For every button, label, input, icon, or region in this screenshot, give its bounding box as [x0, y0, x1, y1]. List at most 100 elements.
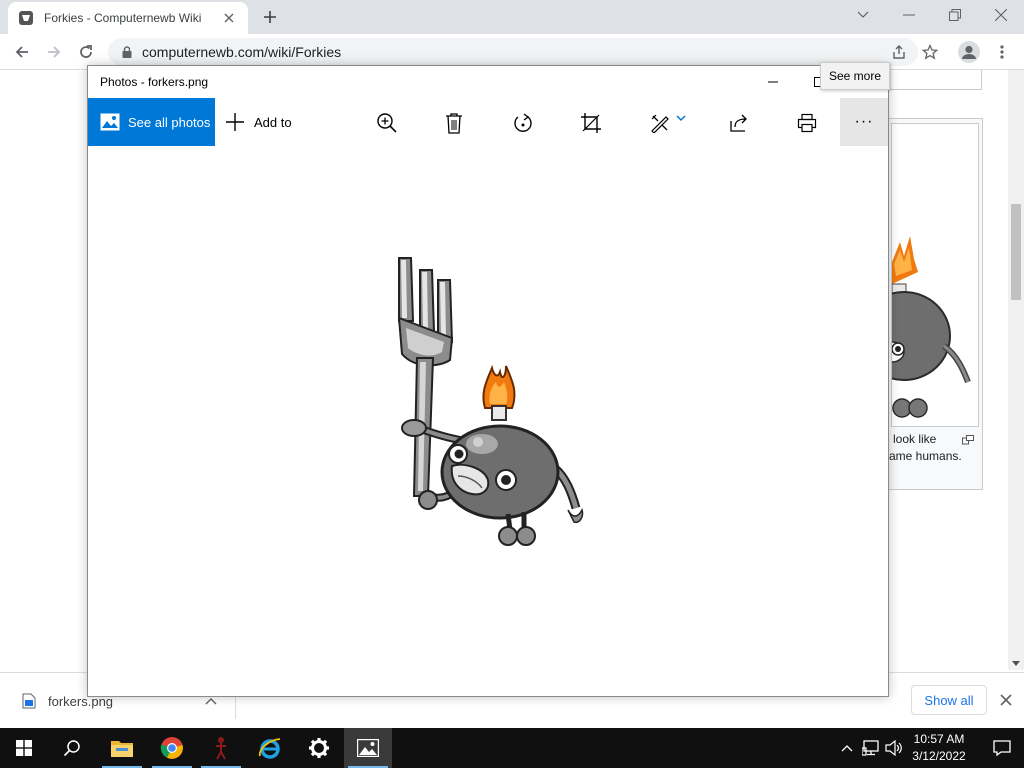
browser-restore-button[interactable] [932, 0, 978, 30]
plus-icon [264, 11, 276, 23]
show-all-button[interactable]: Show all [911, 685, 987, 715]
wiki-thumbnail: look like ame humans. [886, 118, 983, 490]
image-file-icon [22, 693, 36, 709]
search-button[interactable] [48, 728, 96, 768]
minimize-icon [903, 14, 915, 16]
reload-button[interactable] [72, 38, 100, 66]
taskbar-internet-explorer[interactable] [246, 728, 294, 768]
internet-explorer-icon [258, 738, 281, 759]
network-button[interactable] [861, 738, 881, 758]
chrome-menu-button[interactable] [988, 38, 1016, 66]
taskbar-app-figure[interactable] [197, 728, 245, 768]
browser-tab[interactable]: Forkies - Computernewb Wiki [8, 2, 248, 34]
taskbar-photos[interactable] [344, 728, 392, 768]
chrome-icon [160, 737, 183, 759]
print-button[interactable] [794, 110, 820, 136]
rotate-button[interactable] [510, 110, 536, 136]
arrow-left-icon [15, 46, 28, 58]
clock-time: 10:57 AM [913, 732, 965, 746]
forky-image [397, 257, 584, 546]
url-text[interactable]: computernewb.com/wiki/Forkies [142, 44, 341, 60]
avatar-icon [958, 41, 980, 63]
folder-icon [111, 741, 133, 757]
photos-titlebar[interactable]: Photos - forkers.png [88, 66, 888, 98]
photo-viewer-canvas[interactable] [88, 146, 888, 761]
tab-search-button[interactable] [840, 0, 886, 30]
address-bar[interactable]: computernewb.com/wiki/Forkies [108, 38, 918, 66]
see-more-button[interactable]: ··· [840, 98, 888, 146]
taskbar-file-explorer[interactable] [98, 728, 146, 768]
photos-toolbar: See all photos Add to ··· [88, 98, 888, 146]
taskbar-settings[interactable] [295, 728, 343, 768]
tab-close-icon[interactable] [220, 9, 238, 27]
arrow-right-icon [48, 46, 61, 58]
close-icon [995, 9, 1007, 21]
rotate-icon [514, 113, 532, 132]
taskbar-chrome[interactable] [148, 728, 196, 768]
app-figure-icon [216, 737, 226, 760]
wiki-favicon-icon [18, 10, 34, 26]
speaker-icon [885, 740, 902, 756]
see-all-photos-label: See all photos [128, 114, 211, 130]
edit-icon [651, 114, 669, 133]
plus-icon [226, 113, 244, 131]
share-icon [730, 114, 747, 132]
browser-minimize-button[interactable] [886, 0, 932, 30]
browser-close-button[interactable] [978, 0, 1024, 30]
clock-date: 3/12/2022 [912, 749, 966, 763]
see-more-tooltip: See more [820, 62, 891, 90]
search-icon [63, 740, 80, 757]
crop-icon [581, 113, 601, 133]
gear-icon [309, 738, 329, 758]
windows-logo-icon [16, 740, 32, 756]
magnify-clip-icon[interactable] [962, 432, 974, 445]
add-to-label: Add to [254, 114, 292, 130]
wiki-top-box [888, 70, 982, 90]
close-icon [1000, 694, 1012, 706]
windows-taskbar: 10:57 AM 3/12/2022 [0, 728, 1024, 768]
lock-icon[interactable] [120, 45, 134, 59]
gallery-icon [100, 113, 120, 131]
zoom-in-icon [377, 113, 397, 133]
chrome-tabstrip: Forkies - Computernewb Wiki [0, 0, 1024, 34]
scrollbar-thumb[interactable] [1011, 204, 1021, 300]
printer-icon [797, 113, 817, 133]
restore-icon [949, 9, 961, 21]
page-scrollbar[interactable] [1008, 70, 1024, 670]
show-hidden-icons-button[interactable] [837, 738, 857, 758]
delete-button[interactable] [441, 110, 467, 136]
photos-minimize-button[interactable] [750, 66, 796, 98]
edit-create-button[interactable] [650, 110, 690, 136]
bookmark-button[interactable] [916, 38, 944, 66]
back-button[interactable] [8, 38, 36, 66]
chevron-up-icon [841, 745, 853, 752]
star-icon [922, 44, 938, 60]
volume-button[interactable] [884, 738, 904, 758]
new-tab-button[interactable] [258, 6, 282, 28]
chevron-down-icon [676, 115, 686, 122]
add-to-button[interactable]: Add to [224, 98, 292, 146]
wiki-thumbnail-image[interactable] [891, 123, 979, 427]
photos-app-icon [357, 739, 379, 757]
network-icon [862, 740, 879, 756]
share-button[interactable] [726, 110, 752, 136]
photos-window: Photos - forkers.png See all photos Add … [87, 65, 889, 761]
close-shelf-button[interactable] [996, 690, 1016, 710]
photos-window-title: Photos - forkers.png [100, 75, 209, 89]
profile-button[interactable] [955, 38, 983, 66]
see-all-photos-button[interactable]: See all photos [88, 98, 215, 146]
tab-title: Forkies - Computernewb Wiki [44, 11, 202, 25]
action-center-button[interactable] [980, 728, 1024, 768]
notification-icon [993, 740, 1011, 756]
taskbar-clock[interactable]: 10:57 AM 3/12/2022 [904, 731, 974, 765]
zoom-button[interactable] [374, 110, 400, 136]
caption-line: ame humans. [889, 449, 962, 463]
kebab-menu-icon [1000, 45, 1004, 59]
minimize-icon [768, 81, 778, 83]
chevron-down-icon [857, 11, 869, 18]
forward-button[interactable] [40, 38, 68, 66]
start-button[interactable] [0, 728, 48, 768]
reload-icon [80, 45, 92, 58]
crop-button[interactable] [578, 110, 604, 136]
scroll-down-icon[interactable] [1012, 661, 1020, 666]
